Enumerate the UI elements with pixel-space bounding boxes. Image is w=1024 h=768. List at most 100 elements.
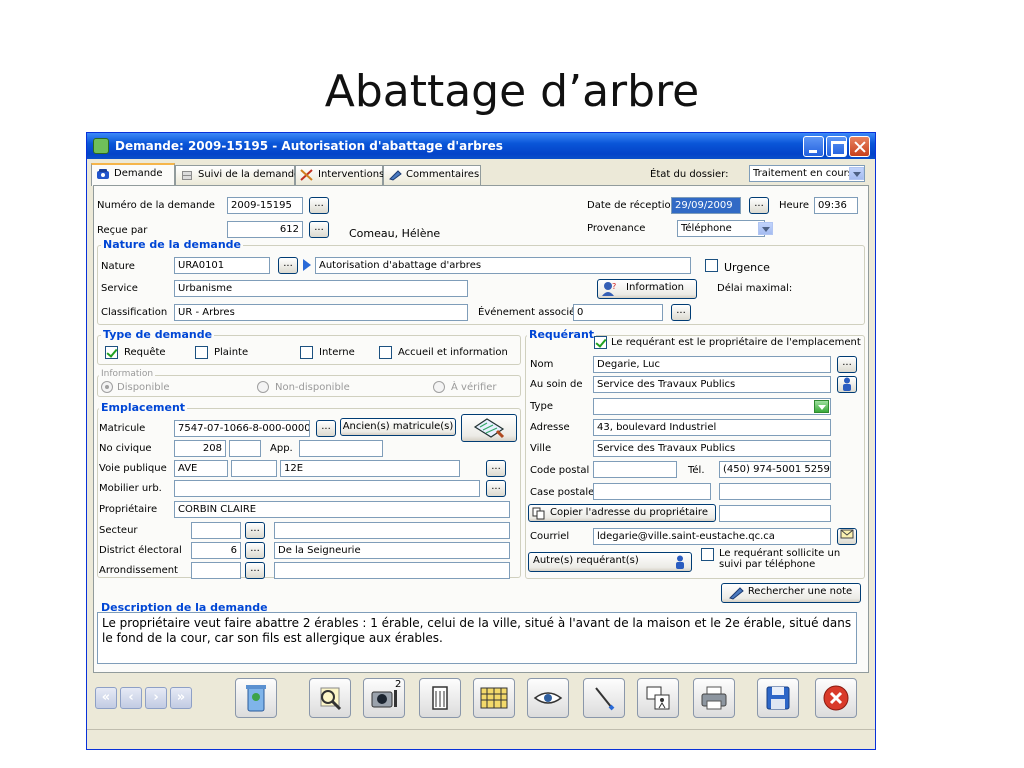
secteur-code-field[interactable] [191,522,241,539]
service-field[interactable]: Urbanisme [174,280,468,297]
close-circle-icon [823,685,849,711]
tel-field[interactable]: (450) 974-5001 5259 [719,461,831,478]
cp-field[interactable] [593,461,677,478]
district-name-field[interactable]: De la Seigneurie [274,542,510,559]
district-lookup-button[interactable]: ... [245,542,265,559]
voie-lookup-button[interactable]: ... [486,460,506,477]
plainte-checkbox[interactable] [195,346,208,359]
cp-label: Code postal [530,465,590,476]
maximize-icon[interactable] [826,136,847,157]
nature-code-field[interactable]: URA0101 [174,257,270,274]
ville-field[interactable]: Service des Travaux Publics [593,440,831,457]
calendar-button[interactable] [473,678,515,718]
documents-button[interactable] [419,678,461,718]
recue-lookup-button[interactable]: ... [309,221,329,238]
last-record-icon[interactable]: » [170,687,192,709]
email-button[interactable] [837,528,857,545]
ausoin-field[interactable]: Service des Travaux Publics [593,376,831,393]
organization-button[interactable] [637,678,679,718]
suivi-checkbox[interactable] [701,548,714,561]
provenance-select[interactable]: Téléphone [677,220,765,237]
matricule-lookup-button[interactable]: ... [316,420,336,437]
chevron-down-icon[interactable] [814,400,829,413]
first-record-icon[interactable]: « [95,687,117,709]
map-button[interactable] [461,414,517,442]
copier-adresse-button[interactable]: Copier l'adresse du propriétaire [528,504,716,522]
slide-title: Abattage d’arbre [324,66,700,117]
a-verifier-radio[interactable] [433,381,445,393]
civique-suffix-field[interactable] [229,440,261,457]
non-disponible-radio[interactable] [257,381,269,393]
app-field[interactable] [299,440,383,457]
contact-button[interactable] [837,376,857,393]
previous-record-icon[interactable]: ‹ [120,687,142,709]
voie-type-field[interactable]: AVE [174,460,228,477]
edit-button[interactable] [583,678,625,718]
voie-prefix-field[interactable] [231,460,277,477]
search-button[interactable] [309,678,351,718]
secteur-name-field[interactable] [274,522,510,539]
civique-field[interactable]: 208 [174,440,226,457]
nature-desc-field[interactable]: Autorisation d'abattage d'arbres [315,257,691,274]
adresse-field[interactable]: 43, boulevard Industriel [593,419,831,436]
recue-field[interactable]: 612 [227,221,303,238]
next-record-icon[interactable]: › [145,687,167,709]
classification-field[interactable]: UR - Arbres [174,304,468,321]
tab-commentaires[interactable]: Commentaires [383,165,481,185]
copier-extra-field[interactable] [719,505,831,522]
arrondissement-code-field[interactable] [191,562,241,579]
date-field[interactable]: 29/09/2009 [671,197,741,214]
date-picker-button[interactable]: ... [749,197,769,214]
heure-label: Heure [779,200,810,211]
autres-requerants-button[interactable]: Autre(s) requérant(s) [528,552,692,572]
evenement-field[interactable]: 0 [573,304,663,321]
close-button[interactable] [815,678,857,718]
case-extra-field[interactable] [719,483,831,500]
tab-demande[interactable]: Demande [91,163,175,186]
arrondissement-name-field[interactable] [274,562,510,579]
etat-select[interactable]: Traitement en cours [749,165,865,182]
proprietaire-field[interactable]: CORBIN CLAIRE [174,501,510,518]
mobilier-field[interactable] [174,480,480,497]
nom-field[interactable]: Degarie, Luc [593,356,831,373]
rechercher-note-button[interactable]: Rechercher une note [721,583,861,603]
secteur-lookup-button[interactable]: ... [245,522,265,539]
district-code-field[interactable]: 6 [191,542,241,559]
disponible-radio[interactable] [101,381,113,393]
mobilier-lookup-button[interactable]: ... [486,480,506,497]
type-select[interactable] [593,398,831,415]
nature-lookup-button[interactable]: ... [278,257,298,274]
anciens-matricules-button[interactable]: Ancien(s) matricule(s) [340,418,456,436]
delete-button[interactable] [235,678,277,718]
matricule-field[interactable]: 7547-07-1066-8-000-0000 [174,420,310,437]
numero-lookup-button[interactable]: ... [309,197,329,214]
tab-interventions[interactable]: Interventions [295,165,384,185]
nom-lookup-button[interactable]: ... [837,356,857,373]
evenement-lookup-button[interactable]: ... [671,304,691,321]
urgence-checkbox[interactable] [705,259,718,272]
tools-icon [300,169,313,181]
interne-checkbox[interactable] [300,346,313,359]
heure-field[interactable]: 09:36 [814,197,858,214]
requete-checkbox[interactable] [105,346,118,359]
proprietaire-checkbox[interactable] [594,336,607,349]
information-button[interactable]: ? Information [597,279,697,299]
title-bar[interactable]: Demande: 2009-15195 - Autorisation d'aba… [87,133,875,159]
tab-suivi[interactable]: Suivi de la demande [175,165,300,185]
save-button[interactable] [757,678,799,718]
numero-field[interactable]: 2009-15195 [227,197,303,214]
courriel-field[interactable]: ldegarie@ville.saint-eustache.qc.ca [593,528,831,545]
description-text[interactable]: Le propriétaire veut faire abattre 2 éra… [97,612,857,664]
minimize-icon[interactable] [803,136,824,157]
chevron-down-icon[interactable] [849,167,864,180]
arrondissement-lookup-button[interactable]: ... [245,562,265,579]
accueil-checkbox[interactable] [379,346,392,359]
arrow-right-icon [303,259,311,271]
voie-name-field[interactable]: 12E [280,460,460,477]
print-button[interactable] [693,678,735,718]
chevron-down-icon[interactable] [758,222,773,235]
camera-button[interactable]: 2 [363,678,405,718]
close-icon[interactable] [849,136,870,157]
case-field[interactable] [593,483,711,500]
view-button[interactable] [527,678,569,718]
